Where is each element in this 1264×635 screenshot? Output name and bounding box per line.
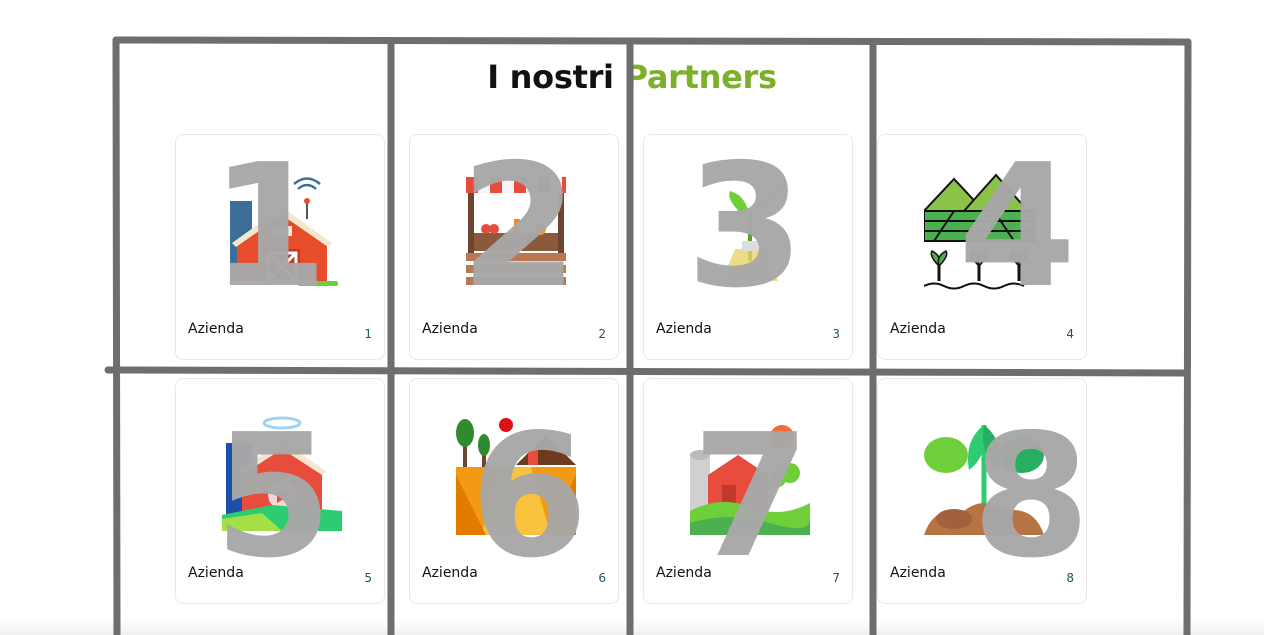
grid-line-left [112,36,121,635]
grid-line-right [1183,38,1192,635]
grid-line-middle [104,366,1190,377]
annotation-grid [104,36,1192,635]
grid-line-top [112,36,1192,46]
